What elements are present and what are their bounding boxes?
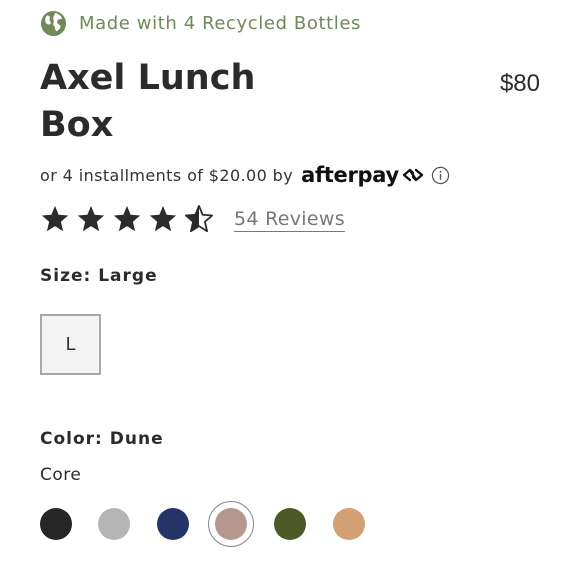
afterpay-installments: or 4 installments of $20.00 by afterpay: [40, 163, 450, 187]
size-label: Size: Large: [40, 266, 158, 286]
swatch-heather-grey[interactable]: [98, 508, 130, 540]
star-half-icon: [185, 205, 213, 233]
afterpay-arrows-icon: [402, 168, 424, 182]
eco-badge: Made with 4 Recycled Bottles: [40, 10, 361, 37]
swatch-dune-selected[interactable]: [208, 501, 254, 547]
swatch-dune-fill: [215, 508, 247, 540]
globe-icon: [40, 10, 67, 37]
star-icon-2: [77, 205, 105, 232]
star-icon-1: [41, 205, 69, 232]
swatch-navy[interactable]: [157, 508, 189, 540]
installments-text: or 4 installments of $20.00 by: [40, 165, 294, 185]
afterpay-logo[interactable]: afterpay: [301, 163, 425, 187]
info-icon[interactable]: [431, 166, 450, 185]
swatch-tan[interactable]: [333, 508, 365, 540]
star-icon-4: [149, 205, 177, 232]
star-icon-3: [113, 205, 141, 232]
color-group-label: Core: [40, 465, 82, 485]
eco-text: Made with 4 Recycled Bottles: [79, 13, 362, 34]
reviews-link[interactable]: 54 Reviews: [234, 208, 345, 230]
rating-row: 54 Reviews: [40, 204, 345, 234]
color-label: Color: Dune: [40, 429, 164, 449]
afterpay-wordmark: afterpay: [301, 163, 399, 187]
product-title: Axel Lunch Box: [40, 58, 256, 145]
product-price: $80: [499, 70, 540, 97]
swatch-olive[interactable]: [274, 508, 306, 540]
size-option-large[interactable]: L: [40, 314, 101, 375]
swatch-black[interactable]: [40, 508, 72, 540]
